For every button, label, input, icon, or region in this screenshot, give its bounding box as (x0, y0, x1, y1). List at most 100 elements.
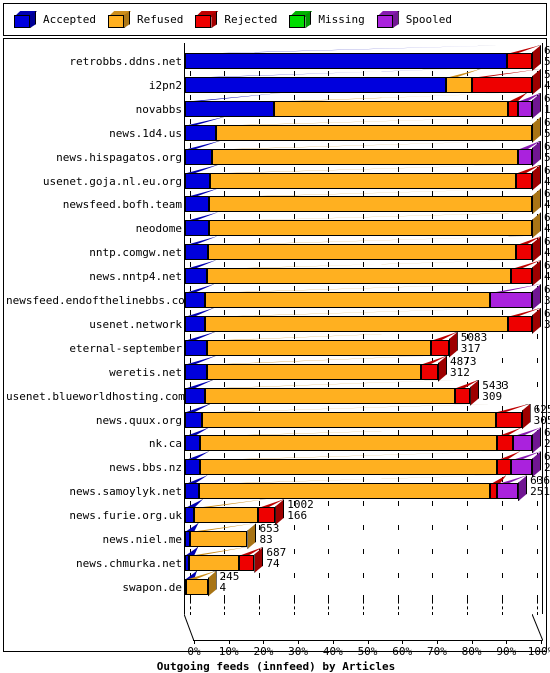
legend-item-rejected[interactable]: Rejected (195, 11, 277, 28)
bar-endcap-spooled (518, 475, 528, 502)
bar-segment-rejected[interactable] (508, 100, 519, 117)
bar-segment-accepted[interactable] (185, 172, 210, 189)
bar-segment-accepted[interactable] (185, 411, 202, 428)
legend-item-spooled[interactable]: Spooled (376, 11, 452, 28)
bar-segment-accepted[interactable] (185, 220, 209, 237)
bar-segment-accepted[interactable] (185, 100, 274, 117)
bar-row[interactable]: 6367251 (4, 475, 550, 502)
bar-value-labels: 6284450 (544, 165, 550, 187)
bar-segment-rejected[interactable] (471, 76, 532, 93)
cube-icon (376, 11, 400, 28)
bar-row[interactable]: 687 74 (4, 546, 548, 573)
bar-row[interactable]: 5433 309 (4, 379, 548, 406)
bar-segment-accepted[interactable] (185, 124, 216, 141)
x-tick (436, 640, 438, 644)
bar-segment-spooled[interactable] (518, 148, 532, 165)
bar-segment-refused[interactable] (205, 292, 491, 308)
bar-segment-refused[interactable] (207, 268, 512, 285)
bar-segment-refused[interactable] (273, 100, 509, 117)
bar-row[interactable]: 4873 312 (4, 355, 548, 382)
bar-segment-accepted[interactable] (185, 268, 208, 285)
bar-segment-refused[interactable] (445, 76, 472, 93)
bar-segment-accepted[interactable] (185, 148, 212, 165)
bar-row[interactable]: 245 4 (4, 570, 548, 597)
bar-segment-refused[interactable] (208, 244, 517, 261)
bar-endcap-spooled (532, 284, 541, 310)
bar-row[interactable]: 6552504 (4, 140, 550, 167)
bar-segment-spooled[interactable] (497, 483, 519, 500)
bar-segment-accepted[interactable] (185, 196, 210, 213)
bar-segment-accepted[interactable] (185, 76, 446, 93)
bar-segment-refused[interactable] (215, 124, 532, 141)
bar-segment-rejected[interactable] (257, 507, 276, 524)
bar-segment-accepted[interactable] (185, 507, 195, 524)
bar-segment-rejected[interactable] (495, 411, 522, 428)
bar-segment-accepted[interactable] (185, 459, 201, 476)
bar-segment-accepted[interactable] (185, 315, 206, 332)
bar-value-accepted: 317 (460, 341, 481, 355)
bar-row[interactable]: 6593287 (4, 451, 550, 478)
bar-segment-refused[interactable] (194, 507, 258, 524)
bar-segment-rejected[interactable] (454, 387, 471, 404)
bar-segment-rejected[interactable] (506, 53, 532, 69)
legend-item-accepted[interactable]: Accepted (14, 11, 96, 28)
bar-segment-refused[interactable] (185, 578, 208, 595)
x-tick (367, 640, 369, 644)
bar-value-labels: 6367251 (530, 475, 550, 497)
bar-segment-refused[interactable] (209, 172, 517, 189)
bar-segment-accepted[interactable] (185, 435, 201, 452)
bar-segment-refused[interactable] (200, 435, 498, 452)
bar-segment-rejected[interactable] (490, 483, 498, 500)
bar-segment-rejected[interactable] (431, 339, 449, 356)
bar-segment-refused[interactable] (204, 387, 455, 404)
bar-row[interactable]: 63931637 (4, 92, 550, 119)
bar-segment-spooled[interactable] (511, 459, 532, 476)
bar-segment-refused[interactable] (207, 363, 421, 380)
bar-segment-rejected[interactable] (511, 268, 532, 285)
bar-segment-refused[interactable] (189, 531, 248, 547)
bar-segment-refused[interactable] (205, 315, 508, 332)
bar-row[interactable]: 6162431 (4, 188, 550, 215)
bar-segment-refused[interactable] (206, 339, 432, 356)
bar-segment-spooled[interactable] (490, 292, 532, 308)
bar-segment-accepted[interactable] (185, 339, 207, 356)
bar-segment-accepted[interactable] (185, 292, 206, 308)
bar-row[interactable]: 6284450 (4, 164, 550, 191)
bar-segment-rejected[interactable] (507, 315, 532, 332)
bar-segment-refused[interactable] (198, 483, 491, 500)
bar-segment-refused[interactable] (200, 459, 498, 476)
bar-segment-refused[interactable] (211, 148, 519, 165)
bar-row[interactable]: 63435879 (4, 45, 550, 71)
legend-item-refused[interactable]: Refused (107, 11, 183, 28)
bar-row[interactable]: 6462411 (4, 260, 550, 287)
bar-segment-accepted[interactable] (185, 363, 208, 380)
bar-segment-rejected[interactable] (497, 435, 513, 452)
bar-row[interactable]: 6256416 (4, 236, 550, 263)
bar-segment-accepted[interactable] (185, 387, 205, 404)
bar-segment-accepted[interactable] (185, 244, 209, 261)
bar-segment-refused[interactable] (202, 411, 496, 428)
bar-row[interactable]: 5083 317 (4, 331, 548, 358)
bar-segment-rejected[interactable] (420, 363, 438, 380)
bar-row[interactable]: 6336369 (4, 307, 550, 334)
legend-item-missing[interactable]: Missing (289, 11, 365, 28)
cube-icon (107, 11, 131, 28)
bar-row[interactable]: 6585386 (4, 284, 550, 310)
bar-segment-refused[interactable] (189, 554, 239, 571)
bar-row[interactable]: 59504472 (4, 68, 550, 95)
bar-segment-rejected[interactable] (516, 172, 532, 189)
bar-row[interactable]: 6072420 (4, 212, 550, 239)
bar-row[interactable]: 6589292 (4, 427, 550, 454)
bar-segment-accepted[interactable] (185, 53, 507, 69)
bar-segment-spooled[interactable] (512, 435, 532, 452)
bar-row[interactable]: 6258305 (4, 403, 550, 430)
bar-segment-refused[interactable] (208, 220, 532, 237)
bar-segment-spooled[interactable] (518, 100, 532, 117)
bar-segment-accepted[interactable] (185, 483, 199, 500)
bar-segment-rejected[interactable] (238, 554, 255, 571)
bar-segment-rejected[interactable] (497, 459, 512, 476)
bar-segment-refused[interactable] (209, 196, 532, 213)
bar-segment-rejected[interactable] (516, 244, 532, 261)
legend-items: Accepted Refused Rejected Missing Spooled (4, 4, 546, 35)
bar-row[interactable]: 6503578 (4, 116, 550, 143)
